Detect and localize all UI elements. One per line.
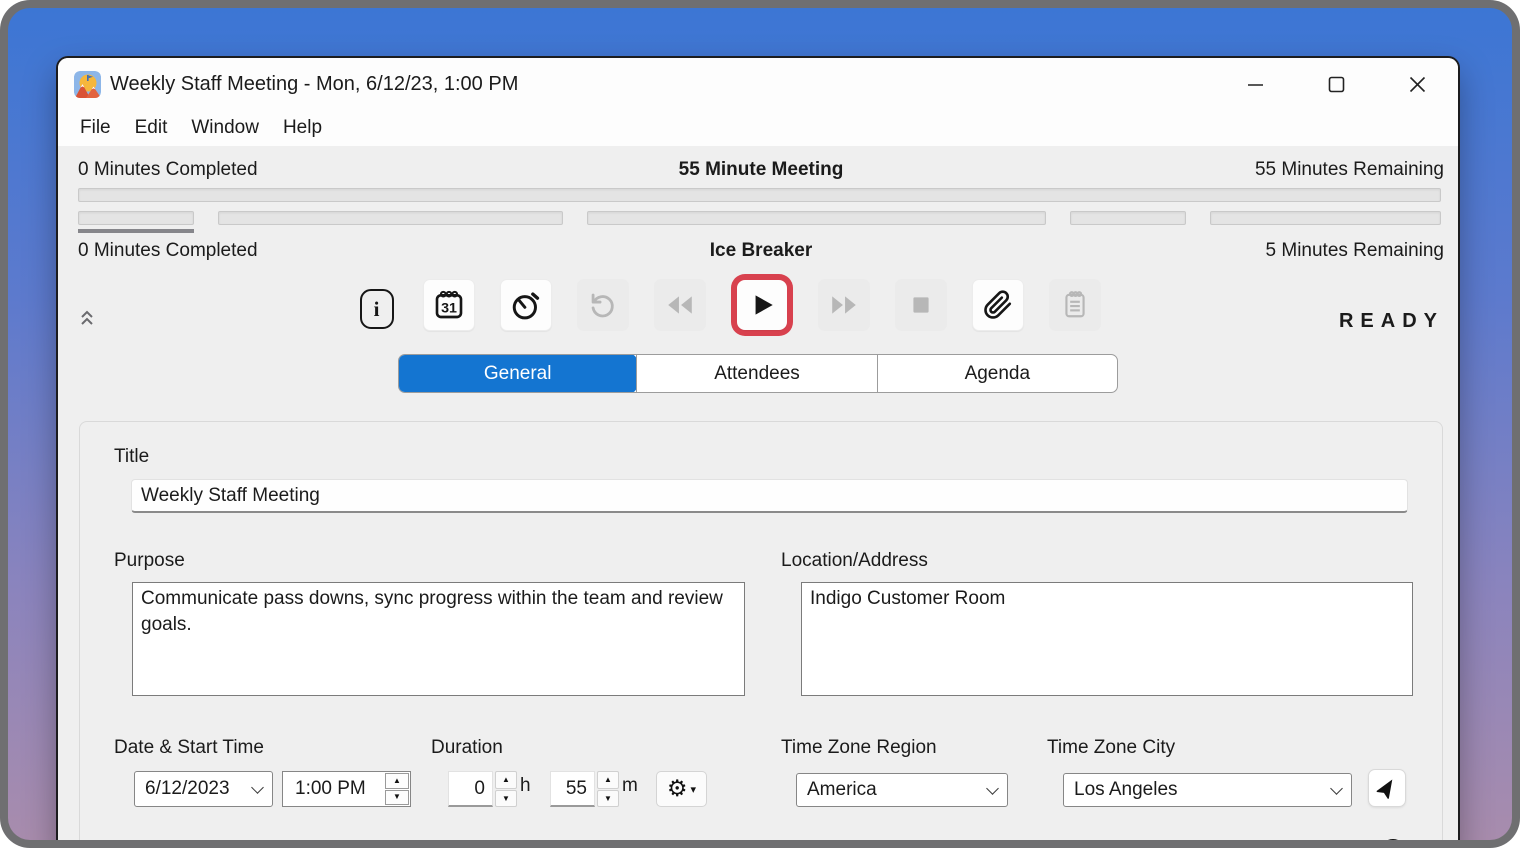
location-textarea[interactable]: Indigo Customer Room (801, 582, 1413, 696)
minimize-button[interactable] (1215, 58, 1296, 110)
duration-minutes-stepper[interactable]: 55 ▲ ▼ (550, 771, 619, 807)
hours-unit-label: h (520, 775, 531, 797)
app-icon (74, 71, 101, 98)
status-badge: READY (1339, 310, 1444, 333)
menu-help[interactable]: Help (271, 114, 334, 142)
segment-bar-0 (78, 211, 194, 225)
toolbar: i 31 (58, 273, 1458, 337)
title-input[interactable] (131, 479, 1408, 513)
duration-label: Duration (431, 737, 503, 759)
screen-frame: Weekly Staff Meeting - Mon, 6/12/23, 1:0… (0, 0, 1520, 848)
tz-region-label: Time Zone Region (781, 737, 937, 759)
notes-icon (1060, 290, 1090, 320)
time-up-button[interactable]: ▲ (385, 773, 409, 789)
meeting-length-label: 55 Minute Meeting (78, 159, 1444, 181)
tz-city-label: Time Zone City (1047, 737, 1175, 759)
segment-bar-4 (1210, 211, 1441, 225)
tz-city-value: Los Angeles (1074, 779, 1178, 801)
window-controls (1215, 58, 1458, 110)
tz-city-select[interactable]: Los Angeles (1063, 773, 1352, 807)
fast-forward-button[interactable] (818, 279, 870, 331)
segment-name-label: Ice Breaker (78, 240, 1444, 262)
date-value: 6/12/2023 (145, 778, 230, 800)
timer-button[interactable] (500, 279, 552, 331)
duration-hours-value: 0 (448, 771, 493, 807)
hours-up-button[interactable]: ▲ (495, 771, 517, 789)
play-button[interactable] (737, 280, 787, 330)
locate-timezone-button[interactable] (1368, 769, 1406, 807)
stop-button[interactable] (895, 279, 947, 331)
purpose-label: Purpose (114, 550, 185, 572)
close-button[interactable] (1377, 58, 1458, 110)
general-form-panel: Title Purpose Communicate pass downs, sy… (79, 421, 1443, 840)
svg-text:31: 31 (441, 300, 457, 316)
menubar: File Edit Window Help (58, 110, 1458, 146)
reset-button[interactable] (577, 279, 629, 331)
paperclip-icon (983, 290, 1013, 320)
segment-progress-labels: 0 Minutes Completed Ice Breaker 5 Minute… (78, 239, 1444, 263)
rewind-icon (665, 290, 695, 320)
location-label: Location/Address (781, 550, 928, 572)
chevron-down-icon (986, 782, 999, 795)
date-start-label: Date & Start Time (114, 737, 264, 759)
attachment-button[interactable] (972, 279, 1024, 331)
menu-edit[interactable]: Edit (123, 114, 180, 142)
gear-icon: ⚙ (667, 778, 688, 801)
window-title: Weekly Staff Meeting - Mon, 6/12/23, 1:0… (110, 73, 518, 96)
date-dropdown[interactable]: 6/12/2023 (134, 771, 273, 807)
tab-general[interactable]: General (398, 354, 637, 393)
calendar-31-icon: 31 (433, 289, 465, 321)
tab-agenda[interactable]: Agenda (877, 355, 1117, 392)
titlebar: Weekly Staff Meeting - Mon, 6/12/23, 1:0… (58, 58, 1458, 110)
tab-attendees[interactable]: Attendees (636, 355, 876, 392)
navigation-arrow-icon (1370, 771, 1403, 804)
rewind-button[interactable] (654, 279, 706, 331)
tab-bar: General Attendees Agenda (398, 354, 1118, 393)
tz-region-value: America (807, 779, 877, 801)
app-window: Weekly Staff Meeting - Mon, 6/12/23, 1:0… (58, 58, 1458, 840)
overall-progress-bar (78, 188, 1441, 202)
info-icon[interactable]: i (360, 289, 394, 329)
play-highlight-ring (731, 274, 793, 336)
segment-bar-2 (587, 211, 1046, 225)
minutes-down-button[interactable]: ▼ (597, 790, 619, 808)
hours-down-button[interactable]: ▼ (495, 790, 517, 808)
overall-progress-labels: 0 Minutes Completed 55 Minute Meeting 55… (78, 158, 1444, 182)
segment-bar-1 (218, 211, 563, 225)
fast-forward-icon (829, 290, 859, 320)
minutes-unit-label: m (622, 775, 638, 797)
timer-icon (510, 289, 542, 321)
notes-button[interactable] (1049, 279, 1101, 331)
time-down-button[interactable]: ▼ (385, 790, 409, 806)
duration-hours-stepper[interactable]: 0 ▲ ▼ (448, 771, 517, 807)
duration-minutes-value: 55 (550, 771, 595, 807)
segment-bars (78, 211, 1441, 225)
time-spinner[interactable]: 1:00 PM ▲ ▼ (282, 771, 411, 807)
caret-down-icon: ▾ (691, 783, 697, 796)
cutoff-button-circle (1380, 839, 1406, 840)
play-icon (747, 290, 777, 320)
reset-icon (589, 291, 617, 319)
duration-settings-button[interactable]: ⚙ ▾ (656, 771, 707, 807)
segment-bar-3 (1070, 211, 1186, 225)
stop-icon (908, 292, 934, 318)
maximize-button[interactable] (1296, 58, 1377, 110)
menu-window[interactable]: Window (179, 114, 271, 142)
tz-region-select[interactable]: America (796, 773, 1008, 807)
desktop-background: Weekly Staff Meeting - Mon, 6/12/23, 1:0… (8, 8, 1512, 840)
menu-file[interactable]: File (68, 114, 123, 142)
title-label: Title (114, 446, 149, 468)
time-value: 1:00 PM (283, 772, 384, 806)
minutes-up-button[interactable]: ▲ (597, 771, 619, 789)
calendar-button[interactable]: 31 (423, 279, 475, 331)
chevron-down-icon (251, 781, 264, 794)
chevron-down-icon (1330, 782, 1343, 795)
purpose-textarea[interactable]: Communicate pass downs, sync progress wi… (132, 582, 745, 696)
